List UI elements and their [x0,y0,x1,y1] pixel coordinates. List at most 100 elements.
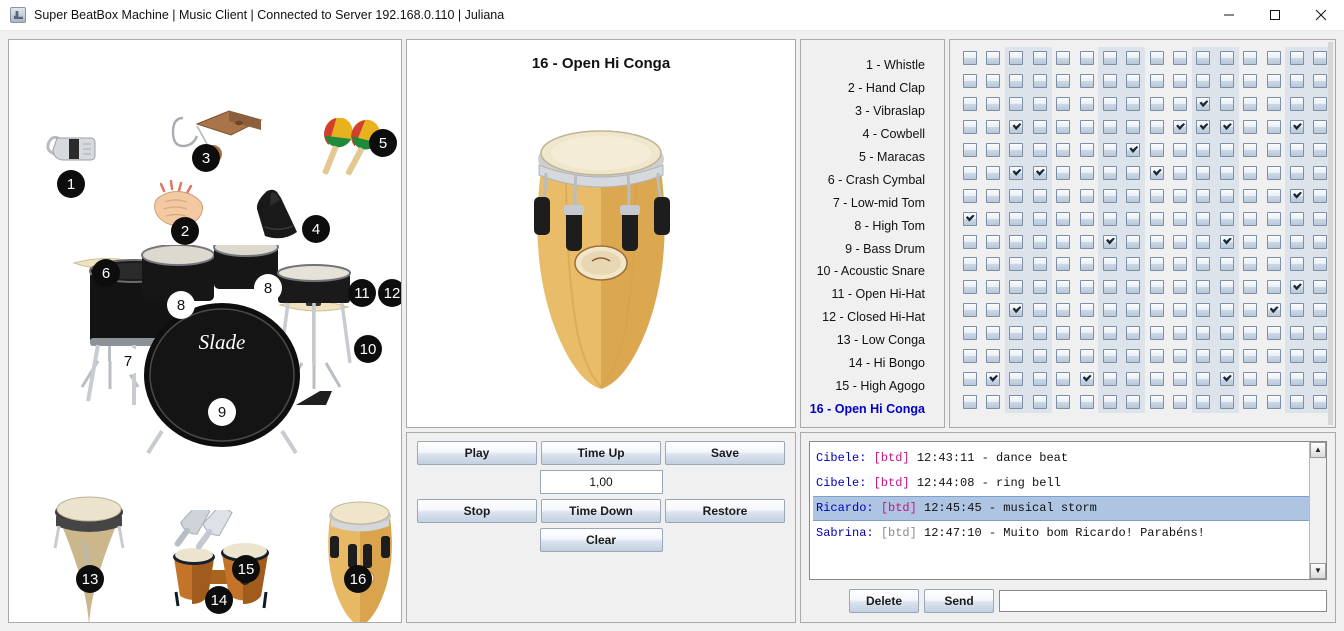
beat-cell[interactable] [958,367,981,390]
beat-cell[interactable] [1075,345,1098,368]
beat-cell[interactable] [1075,322,1098,345]
beat-cell[interactable] [1215,69,1239,93]
beat-checkbox-r4-c1[interactable] [962,120,977,135]
beat-grid-panel[interactable] [949,39,1336,428]
beat-checkbox-r11-c14[interactable] [1266,280,1281,295]
beat-checkbox-r12-c6[interactable] [1079,303,1094,318]
beat-cell[interactable] [1239,345,1262,368]
beat-cell[interactable] [1168,390,1191,413]
beat-checkbox-r3-c4[interactable] [1032,97,1047,112]
beat-checkbox-r1-c14[interactable] [1266,51,1281,66]
beat-cell[interactable] [1191,138,1216,162]
beat-cell[interactable] [1028,230,1052,254]
beat-checkbox-r1-c3[interactable] [1009,51,1024,66]
beat-checkbox-r4-c3[interactable] [1009,120,1024,135]
beat-cell[interactable] [1262,367,1285,390]
beat-cell[interactable] [1239,253,1262,276]
beat-checkbox-r13-c6[interactable] [1079,326,1094,341]
beat-checkbox-r5-c2[interactable] [986,143,1001,157]
beat-checkbox-r4-c8[interactable] [1126,120,1141,135]
beat-cell[interactable] [958,184,981,207]
beat-cell[interactable] [981,184,1004,207]
beat-checkbox-r8-c11[interactable] [1196,211,1211,226]
beat-checkbox-r8-c14[interactable] [1266,211,1281,226]
beat-cell[interactable] [1052,47,1075,70]
beat-checkbox-r7-c12[interactable] [1219,188,1234,203]
beat-cell[interactable] [958,345,981,368]
beat-cell[interactable] [981,367,1004,390]
beat-cell[interactable] [1239,207,1262,230]
beat-checkbox-r5-c1[interactable] [962,143,977,157]
beat-checkbox-r8-c1[interactable] [962,211,977,226]
beat-checkbox-r16-c7[interactable] [1102,394,1117,409]
beat-checkbox-r12-c14[interactable] [1266,303,1281,318]
beat-cell[interactable] [1168,322,1191,345]
beat-cell[interactable] [1239,390,1262,413]
beat-cell[interactable] [1285,92,1309,116]
time-up-button[interactable]: Time Up [541,441,661,465]
instrument-badge-10[interactable]: 10 [354,335,382,363]
beat-checkbox-r13-c2[interactable] [986,326,1001,341]
beat-cell[interactable] [1215,321,1239,345]
beat-checkbox-r1-c10[interactable] [1173,51,1188,66]
instrument-list-item-5[interactable]: 5 - Maracas [801,146,944,169]
instrument-badge-8[interactable]: 8 [167,291,195,319]
beat-cell[interactable] [1121,344,1145,368]
beat-checkbox-r6-c14[interactable] [1266,165,1281,180]
beat-checkbox-r10-c10[interactable] [1173,257,1188,272]
beat-cell[interactable] [1121,184,1145,208]
beat-checkbox-r15-c4[interactable] [1032,371,1047,386]
beat-checkbox-r11-c15[interactable] [1289,280,1304,295]
beat-cell[interactable] [981,322,1004,345]
beat-cell[interactable] [958,161,981,184]
beat-cell[interactable] [1121,367,1145,391]
beat-checkbox-r3-c11[interactable] [1196,97,1211,112]
beat-checkbox-r8-c16[interactable] [1313,211,1328,226]
beat-checkbox-r10-c5[interactable] [1056,257,1071,272]
beat-cell[interactable] [1191,69,1216,93]
beat-checkbox-r12-c10[interactable] [1173,303,1188,318]
beat-checkbox-r2-c11[interactable] [1196,74,1211,89]
beat-checkbox-r5-c11[interactable] [1196,143,1211,157]
beat-checkbox-r5-c10[interactable] [1173,143,1188,157]
beat-cell[interactable] [1098,298,1122,322]
instrument-list-item-8[interactable]: 8 - High Tom [801,214,944,237]
beat-cell[interactable] [1098,161,1122,185]
beat-checkbox-r8-c5[interactable] [1056,211,1071,226]
beat-checkbox-r10-c2[interactable] [986,257,1001,272]
beat-checkbox-r14-c4[interactable] [1032,349,1047,364]
beat-cell[interactable] [1052,93,1075,116]
beat-checkbox-r15-c6[interactable] [1079,371,1094,386]
beat-cell[interactable] [1215,275,1239,299]
beat-cell[interactable] [1285,47,1309,70]
chat-log-line[interactable]: Cibele: [btd] 12:44:08 - ring bell [813,471,1309,496]
beat-checkbox-r4-c7[interactable] [1102,120,1117,135]
instrument-list-item-6[interactable]: 6 - Crash Cymbal [801,168,944,191]
beat-cell[interactable] [1121,230,1145,254]
beat-checkbox-r16-c12[interactable] [1219,394,1234,409]
beat-cell[interactable] [981,276,1004,299]
beat-cell[interactable] [1168,345,1191,368]
beat-cell[interactable] [1285,298,1309,322]
beat-cell[interactable] [1285,275,1309,299]
beat-checkbox-r6-c3[interactable] [1009,165,1024,180]
beat-cell[interactable] [1098,138,1122,162]
beat-cell[interactable] [1121,390,1145,414]
beat-checkbox-r6-c7[interactable] [1102,165,1117,180]
beat-checkbox-r11-c3[interactable] [1009,280,1024,295]
beat-checkbox-r2-c10[interactable] [1173,74,1188,89]
beat-cell[interactable] [1145,47,1168,70]
beat-cell[interactable] [1262,276,1285,299]
beat-cell[interactable] [1121,92,1145,116]
beat-checkbox-r15-c13[interactable] [1243,371,1258,386]
beat-checkbox-r9-c12[interactable] [1219,234,1234,249]
restore-button[interactable]: Restore [665,499,785,523]
beat-cell[interactable] [1028,161,1052,185]
beat-checkbox-r8-c7[interactable] [1102,211,1117,226]
beat-cell[interactable] [1239,139,1262,162]
beat-cell[interactable] [1098,92,1122,116]
beat-cell[interactable] [1262,230,1285,253]
beat-cell[interactable] [1052,299,1075,322]
beat-cell[interactable] [1262,70,1285,93]
beat-checkbox-r16-c9[interactable] [1149,394,1164,409]
